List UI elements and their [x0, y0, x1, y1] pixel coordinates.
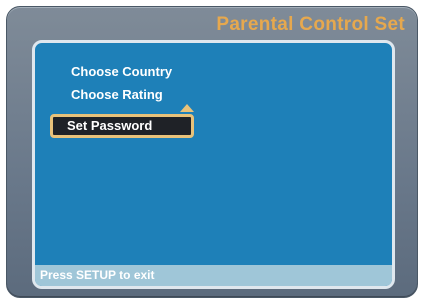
menu-item-choose-rating[interactable]: Choose Rating [71, 87, 163, 102]
menu-item-set-password[interactable]: Set Password [50, 114, 194, 138]
menu-item-choose-country[interactable]: Choose Country [71, 64, 172, 79]
menu-panel: Choose Country Choose Rating Set Passwor… [32, 40, 395, 289]
page-title: Parental Control Set [216, 14, 405, 35]
osd-frame: Parental Control Set Choose Country Choo… [6, 6, 418, 298]
triangle-up-icon [180, 104, 194, 112]
status-bar-hint: Press SETUP to exit [35, 265, 392, 286]
